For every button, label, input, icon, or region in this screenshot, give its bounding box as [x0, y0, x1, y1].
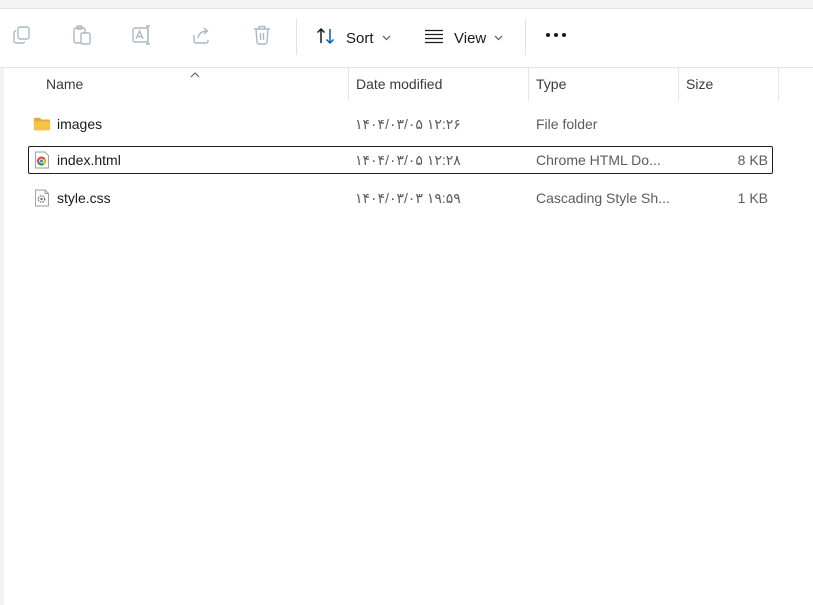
more-horizontal-icon — [544, 32, 568, 38]
sort-label: Sort — [346, 29, 374, 47]
copy-icon — [11, 24, 33, 46]
paste-button[interactable] — [70, 23, 94, 47]
column-header-size-label: Size — [686, 76, 714, 92]
column-header-name-label: Name — [46, 76, 84, 92]
file-row-index-html[interactable]: index.html ۱۴۰۴/۰۳/۰۵ ۱۲:۲۸ Chrome HTML … — [28, 146, 773, 174]
column-header-type-label: Type — [536, 76, 567, 92]
share-icon — [191, 24, 213, 46]
column-divider[interactable] — [678, 67, 679, 101]
chevron-down-icon — [494, 35, 503, 41]
file-date: ۱۴۰۴/۰۳/۰۳ ۱۹:۵۹ — [355, 189, 461, 206]
column-header-date-label: Date modified — [356, 76, 443, 92]
css-file-icon — [33, 189, 51, 207]
toolbar-separator — [296, 19, 297, 55]
column-header-size[interactable]: Size — [686, 67, 776, 101]
sort-arrows-icon — [315, 26, 337, 50]
paste-icon — [71, 24, 93, 46]
delete-icon — [251, 24, 273, 46]
view-lines-icon — [423, 26, 445, 50]
toolbar-separator — [525, 19, 526, 55]
column-divider[interactable] — [348, 67, 349, 101]
chrome-html-icon — [33, 151, 51, 169]
file-date: ۱۴۰۴/۰۳/۰۵ ۱۲:۲۸ — [355, 151, 461, 168]
column-header-row: Name Date modified Type Size — [4, 67, 813, 101]
column-divider[interactable] — [778, 67, 779, 101]
delete-button[interactable] — [250, 23, 274, 47]
rename-icon — [131, 24, 153, 46]
see-more-button[interactable] — [543, 23, 569, 47]
file-row-images[interactable]: images ۱۴۰۴/۰۳/۰۵ ۱۲:۲۶ File folder — [28, 110, 773, 138]
file-size: 8 KB — [737, 152, 768, 168]
file-row-style-css[interactable]: style.css ۱۴۰۴/۰۳/۰۳ ۱۹:۵۹ Cascading Sty… — [28, 184, 773, 212]
file-name: style.css — [57, 190, 111, 206]
navigation-pane-edge — [0, 66, 4, 605]
file-date: ۱۴۰۴/۰۳/۰۵ ۱۲:۲۶ — [355, 115, 461, 132]
file-type: Cascading Style Sh... — [536, 190, 670, 206]
file-type: Chrome HTML Do... — [536, 152, 661, 168]
share-button[interactable] — [190, 23, 214, 47]
file-size: 1 KB — [737, 190, 768, 206]
title-strip — [0, 0, 813, 9]
file-explorer-window: Sort View Name Date modified Type Size i… — [0, 0, 813, 605]
copy-button[interactable] — [10, 23, 34, 47]
file-size — [684, 111, 768, 137]
column-divider[interactable] — [528, 67, 529, 101]
column-header-date[interactable]: Date modified — [356, 67, 526, 101]
rename-button[interactable] — [130, 23, 154, 47]
sort-button[interactable]: Sort — [315, 22, 391, 54]
file-name: images — [57, 116, 103, 132]
view-button[interactable]: View — [423, 22, 503, 54]
file-type: File folder — [536, 116, 598, 132]
view-label: View — [454, 29, 487, 47]
chevron-down-icon — [382, 35, 391, 41]
column-header-type[interactable]: Type — [536, 67, 676, 101]
file-name: index.html — [57, 152, 121, 168]
folder-icon — [33, 115, 51, 133]
command-bar: Sort View — [0, 9, 813, 68]
column-header-name[interactable]: Name — [46, 67, 346, 101]
